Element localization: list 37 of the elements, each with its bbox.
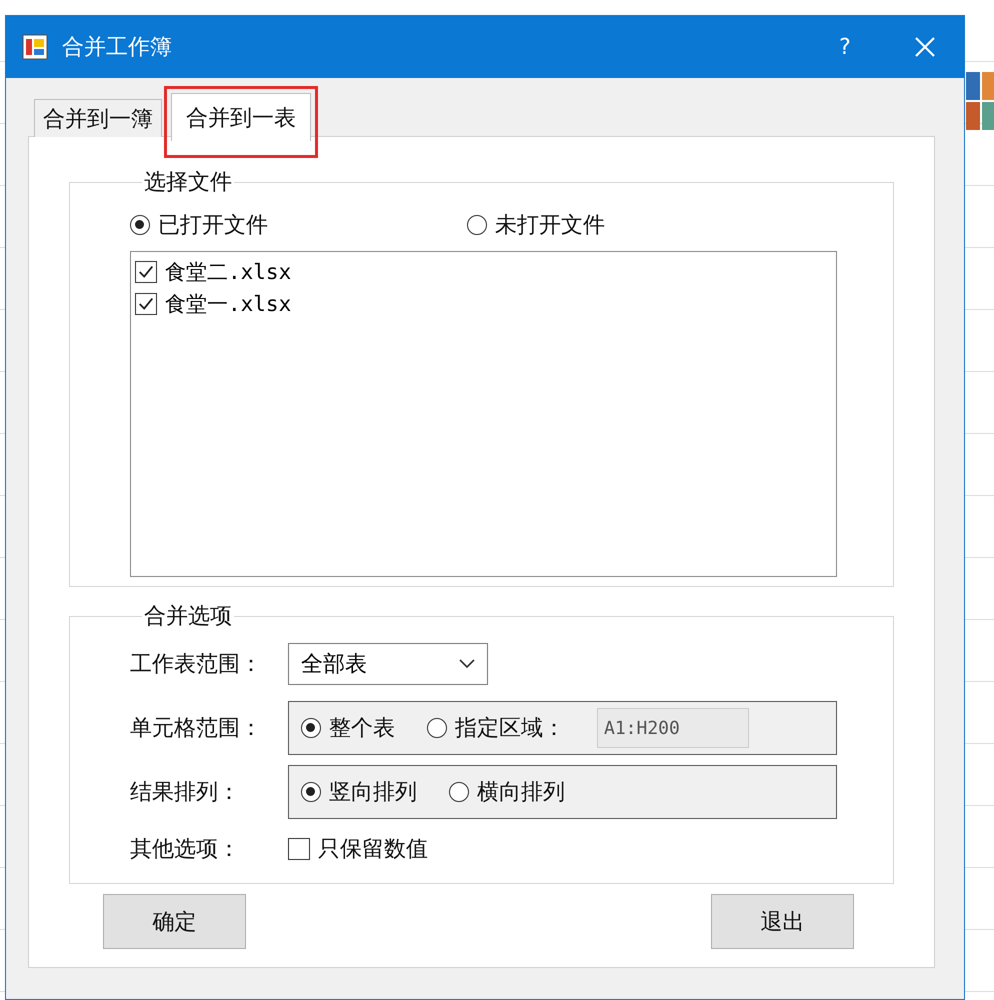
radio-option[interactable]: 竖向排列 <box>301 777 417 807</box>
option-label: 结果排列： <box>130 779 241 807</box>
group-title: 合并选项 <box>143 603 233 631</box>
radio-option[interactable]: 指定区域： <box>427 713 565 743</box>
radio-option[interactable]: 未打开文件 <box>467 210 804 240</box>
sheet-range-dropdown[interactable]: 全部表 <box>288 643 488 685</box>
dialog-button[interactable]: 确定 <box>103 894 246 949</box>
radio-icon[interactable] <box>301 782 321 802</box>
dialog-button[interactable]: 退出 <box>711 894 854 949</box>
window-title: 合并工作簿 <box>62 34 172 62</box>
radio-icon[interactable] <box>427 718 447 738</box>
chevron-down-icon <box>459 659 475 669</box>
app-logo-icon <box>966 72 994 130</box>
tab[interactable]: 合并到一簿 <box>34 99 162 137</box>
radio-option[interactable]: 整个表 <box>301 713 395 743</box>
close-icon <box>914 36 936 58</box>
checkbox[interactable] <box>288 838 310 860</box>
radio-icon[interactable] <box>449 782 469 802</box>
radio-icon[interactable] <box>467 215 487 235</box>
checkmark-icon <box>137 295 155 313</box>
option-label: 工作表范围： <box>130 651 263 679</box>
file-name[interactable]: 食堂一.xlsx <box>165 290 292 318</box>
checkbox[interactable] <box>135 261 157 283</box>
checkmark-icon <box>137 263 155 281</box>
option-label: 其他选项： <box>130 836 241 864</box>
tab[interactable]: 合并到一表 <box>171 93 311 141</box>
radio-icon[interactable] <box>130 215 150 235</box>
radio-option[interactable]: 已打开文件 <box>130 210 467 240</box>
file-name[interactable]: 食堂二.xlsx <box>165 258 292 286</box>
app-icon <box>22 34 48 60</box>
help-button[interactable]: ? <box>822 24 868 70</box>
checkbox[interactable] <box>135 293 157 315</box>
checkbox-option[interactable]: 只保留数值 <box>288 834 428 864</box>
radio-icon[interactable] <box>301 718 321 738</box>
group-title: 选择文件 <box>143 169 233 197</box>
option-label: 单元格范围： <box>130 715 263 743</box>
radio-option[interactable]: 横向排列 <box>449 777 565 807</box>
